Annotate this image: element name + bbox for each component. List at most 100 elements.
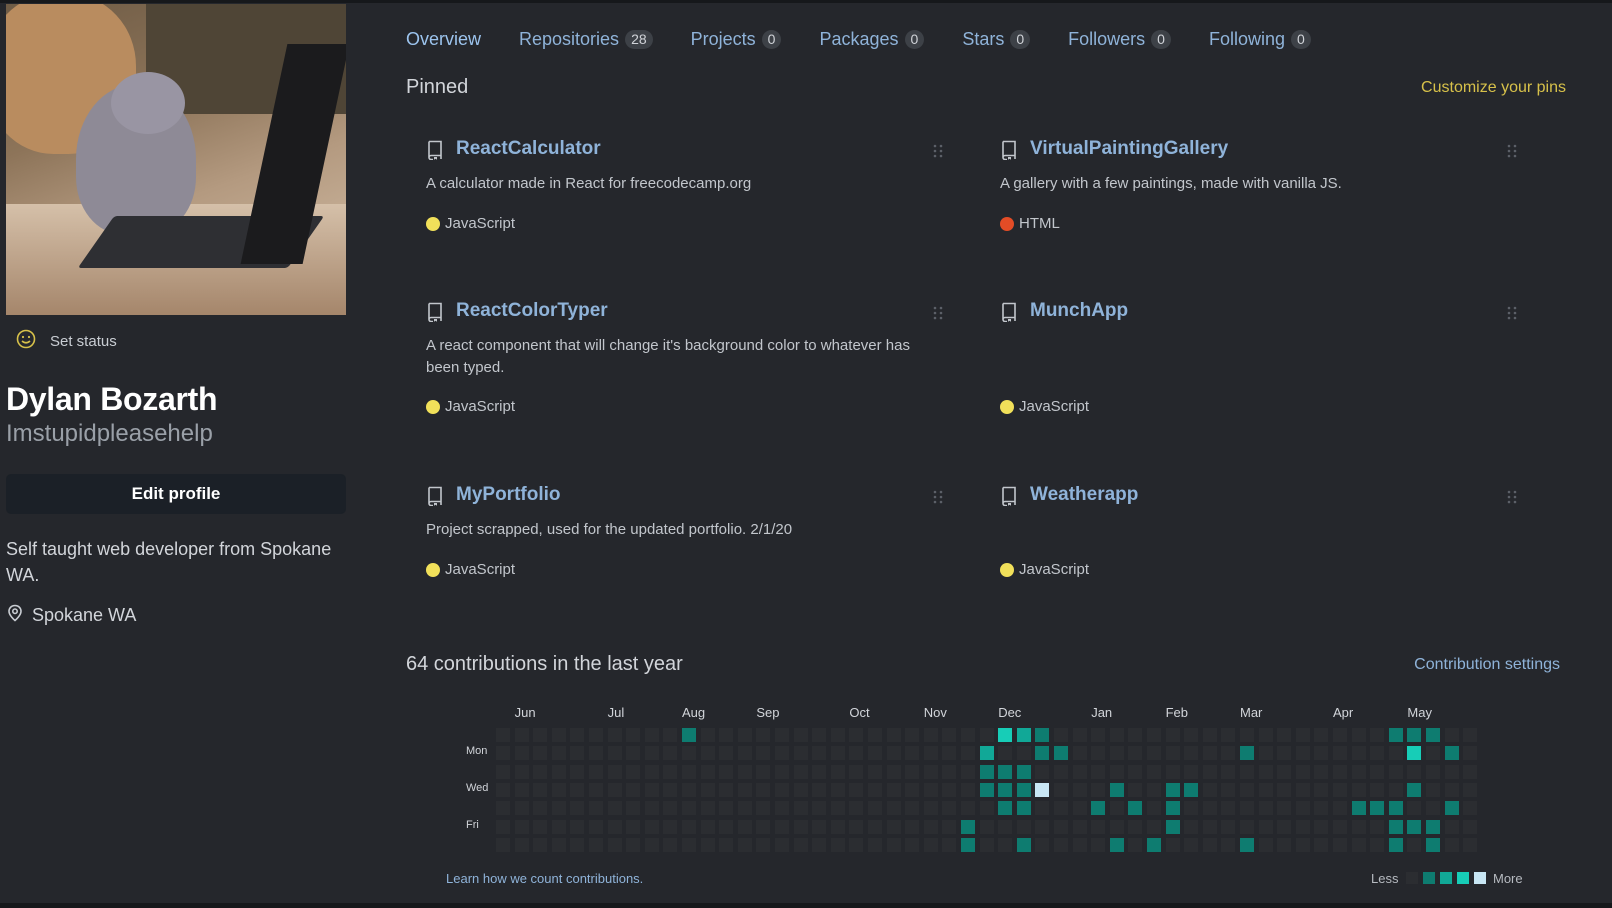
repo-name-link[interactable]: ReactCalculator bbox=[456, 138, 601, 160]
contribution-day-cell[interactable] bbox=[1202, 746, 1217, 761]
contribution-day-cell[interactable] bbox=[1054, 782, 1068, 797]
contribution-day-cell[interactable] bbox=[1333, 728, 1347, 742]
contribution-day-cell[interactable] bbox=[570, 801, 585, 816]
contribution-day-cell[interactable] bbox=[1128, 819, 1143, 834]
contribution-day-cell[interactable] bbox=[1109, 728, 1124, 742]
contribution-day-cell[interactable] bbox=[1035, 728, 1050, 742]
contribution-day-cell[interactable] bbox=[1128, 746, 1143, 761]
contribution-day-cell[interactable] bbox=[1091, 837, 1106, 852]
contribution-day-cell[interactable] bbox=[700, 728, 715, 742]
contribution-day-cell[interactable] bbox=[1184, 764, 1199, 779]
repo-name-link[interactable]: VirtualPaintingGallery bbox=[1030, 138, 1228, 160]
contribution-day-cell[interactable] bbox=[923, 837, 938, 852]
contribution-day-cell[interactable] bbox=[626, 837, 641, 852]
contribution-day-cell[interactable] bbox=[514, 801, 529, 816]
contribution-day-cell[interactable] bbox=[514, 819, 529, 834]
contribution-day-cell[interactable] bbox=[1370, 819, 1385, 834]
contribution-day-cell[interactable] bbox=[1258, 819, 1273, 834]
contribution-day-cell[interactable] bbox=[1277, 728, 1292, 742]
contribution-day-cell[interactable] bbox=[1202, 801, 1217, 816]
contribution-day-cell[interactable] bbox=[1109, 837, 1124, 852]
contribution-day-cell[interactable] bbox=[1054, 746, 1068, 761]
contribution-day-cell[interactable] bbox=[998, 801, 1013, 816]
contribution-day-cell[interactable] bbox=[1351, 819, 1366, 834]
tab-followers[interactable]: Followers 0 bbox=[1068, 26, 1171, 52]
contribution-day-cell[interactable] bbox=[626, 819, 641, 834]
contribution-day-cell[interactable] bbox=[1165, 801, 1180, 816]
contribution-day-cell[interactable] bbox=[886, 728, 901, 742]
contribution-day-cell[interactable] bbox=[1407, 801, 1422, 816]
drag-handle-icon[interactable] bbox=[932, 143, 944, 159]
contribution-day-cell[interactable] bbox=[1240, 782, 1254, 797]
drag-handle-icon[interactable] bbox=[1506, 489, 1518, 505]
contribution-day-cell[interactable] bbox=[663, 819, 678, 834]
contribution-day-cell[interactable] bbox=[1147, 837, 1161, 852]
contribution-day-cell[interactable] bbox=[570, 837, 585, 852]
contribution-day-cell[interactable] bbox=[1333, 819, 1347, 834]
contribution-day-cell[interactable] bbox=[1277, 801, 1292, 816]
contribution-day-cell[interactable] bbox=[793, 746, 808, 761]
contribution-day-cell[interactable] bbox=[1184, 801, 1199, 816]
contribution-day-cell[interactable] bbox=[775, 746, 789, 761]
contribution-day-cell[interactable] bbox=[682, 819, 696, 834]
contribution-day-cell[interactable] bbox=[496, 764, 510, 779]
contribution-day-cell[interactable] bbox=[533, 801, 548, 816]
contribution-day-cell[interactable] bbox=[644, 764, 659, 779]
contribution-day-cell[interactable] bbox=[905, 801, 920, 816]
contribution-day-cell[interactable] bbox=[1016, 819, 1031, 834]
contribution-day-cell[interactable] bbox=[1128, 782, 1143, 797]
contribution-day-cell[interactable] bbox=[1463, 746, 1478, 761]
contribution-day-cell[interactable] bbox=[1221, 746, 1236, 761]
contribution-day-cell[interactable] bbox=[1388, 819, 1403, 834]
contribution-day-cell[interactable] bbox=[961, 746, 975, 761]
contribution-day-cell[interactable] bbox=[830, 746, 845, 761]
set-status-button[interactable]: Set status bbox=[16, 329, 346, 353]
contribution-day-cell[interactable] bbox=[719, 801, 734, 816]
contribution-day-cell[interactable] bbox=[589, 837, 603, 852]
contribution-day-cell[interactable] bbox=[1351, 746, 1366, 761]
contribution-day-cell[interactable] bbox=[942, 728, 957, 742]
contribution-day-cell[interactable] bbox=[1184, 746, 1199, 761]
contribution-day-cell[interactable] bbox=[1147, 782, 1161, 797]
contribution-day-cell[interactable] bbox=[533, 837, 548, 852]
contribution-day-cell[interactable] bbox=[886, 819, 901, 834]
contribution-day-cell[interactable] bbox=[1091, 746, 1106, 761]
contribution-day-cell[interactable] bbox=[1240, 764, 1254, 779]
contribution-day-cell[interactable] bbox=[570, 746, 585, 761]
contribution-day-cell[interactable] bbox=[1072, 728, 1087, 742]
contribution-day-cell[interactable] bbox=[1221, 764, 1236, 779]
contribution-day-cell[interactable] bbox=[1258, 728, 1273, 742]
contribution-day-cell[interactable] bbox=[1388, 782, 1403, 797]
contribution-day-cell[interactable] bbox=[775, 819, 789, 834]
contribution-day-cell[interactable] bbox=[1221, 801, 1236, 816]
contribution-day-cell[interactable] bbox=[1295, 746, 1310, 761]
contribution-day-cell[interactable] bbox=[830, 764, 845, 779]
contribution-day-cell[interactable] bbox=[812, 746, 827, 761]
contribution-day-cell[interactable] bbox=[998, 764, 1013, 779]
contribution-day-cell[interactable] bbox=[1444, 837, 1459, 852]
contribution-day-cell[interactable] bbox=[700, 837, 715, 852]
contribution-day-cell[interactable] bbox=[1463, 819, 1478, 834]
contribution-day-cell[interactable] bbox=[1091, 728, 1106, 742]
contribution-day-cell[interactable] bbox=[1091, 819, 1106, 834]
contribution-day-cell[interactable] bbox=[1314, 746, 1329, 761]
contribution-day-cell[interactable] bbox=[942, 819, 957, 834]
contribution-day-cell[interactable] bbox=[1463, 801, 1478, 816]
contribution-day-cell[interactable] bbox=[514, 746, 529, 761]
contribution-day-cell[interactable] bbox=[868, 837, 882, 852]
contribution-day-cell[interactable] bbox=[737, 728, 752, 742]
contribution-day-cell[interactable] bbox=[1109, 782, 1124, 797]
contribution-day-cell[interactable] bbox=[737, 764, 752, 779]
contribution-day-cell[interactable] bbox=[830, 837, 845, 852]
contribution-day-cell[interactable] bbox=[1370, 728, 1385, 742]
contribution-day-cell[interactable] bbox=[1091, 764, 1106, 779]
contribution-day-cell[interactable] bbox=[1314, 819, 1329, 834]
contribution-day-cell[interactable] bbox=[1351, 728, 1366, 742]
contribution-day-cell[interactable] bbox=[1054, 728, 1068, 742]
contribution-day-cell[interactable] bbox=[1035, 764, 1050, 779]
contribution-day-cell[interactable] bbox=[1221, 837, 1236, 852]
contribution-day-cell[interactable] bbox=[1091, 801, 1106, 816]
contribution-day-cell[interactable] bbox=[979, 728, 994, 742]
contribution-day-cell[interactable] bbox=[1444, 801, 1459, 816]
contribution-day-cell[interactable] bbox=[1054, 801, 1068, 816]
